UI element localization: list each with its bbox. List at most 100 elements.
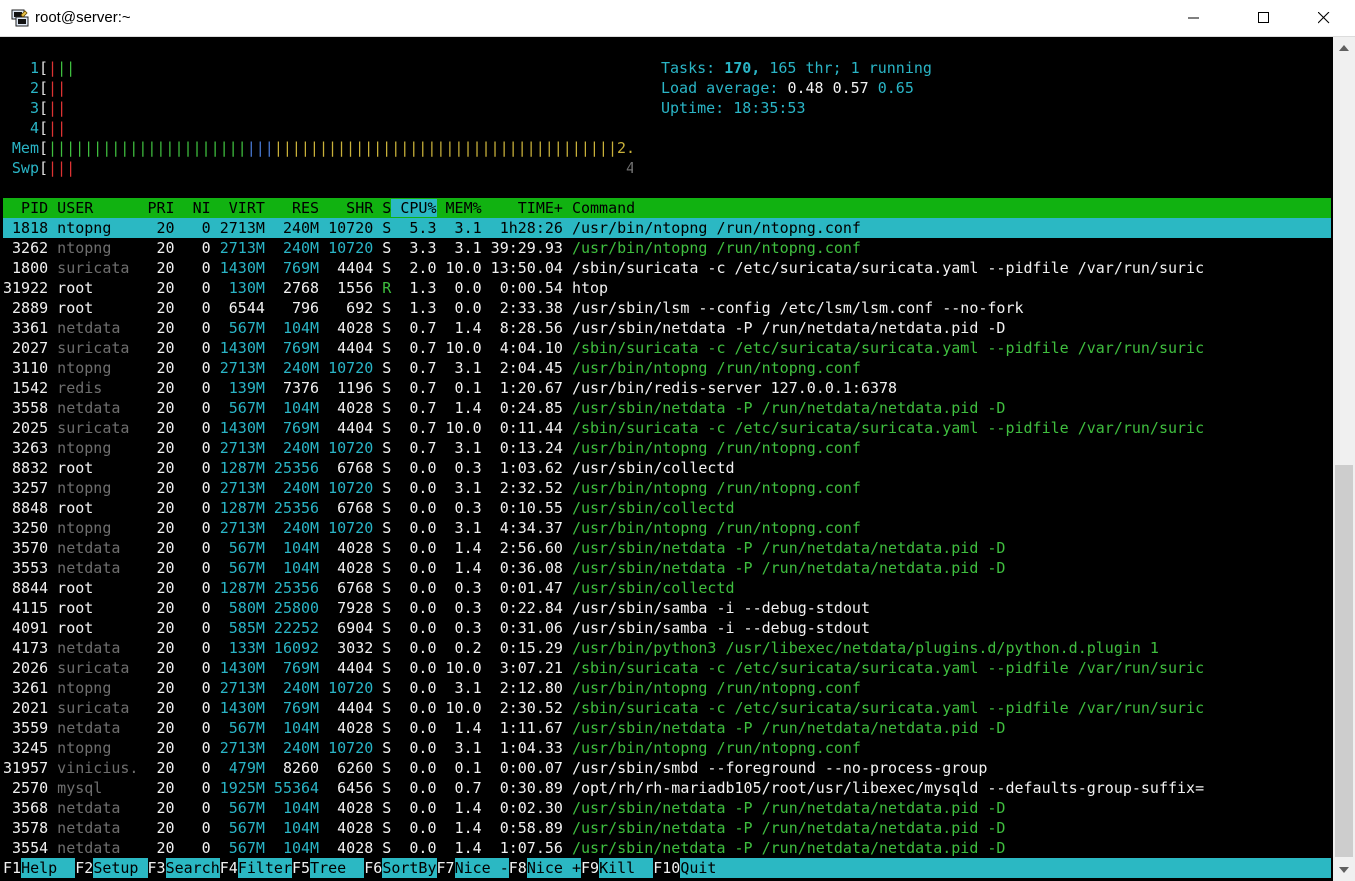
scroll-down-button[interactable] — [1333, 859, 1355, 881]
fkey-label-setup[interactable]: Setup — [93, 858, 147, 878]
fkey-f8[interactable]: F8 — [508, 858, 527, 878]
table-row[interactable]: 3554 netdata 20 0 567M 104M 4028 S 0.0 1… — [3, 838, 1331, 858]
table-row[interactable]: 3261 ntopng 20 0 2713M 240M 10720 S 0.0 … — [3, 678, 1331, 698]
cpu-3-meter-bar-0: | — [48, 99, 58, 117]
cell-mem-percent: 0.3 — [436, 499, 482, 517]
column-header-user[interactable]: USER — [48, 199, 138, 217]
fkey-label-filter[interactable]: Filter — [238, 858, 292, 878]
fkey-f7[interactable]: F7 — [436, 858, 455, 878]
fkey-f10[interactable]: F10 — [653, 858, 681, 878]
column-header-s[interactable]: S — [373, 199, 391, 217]
table-row[interactable]: 2025 suricata 20 0 1430M 769M 4404 S 0.7… — [3, 418, 1331, 438]
table-row[interactable]: 2021 suricata 20 0 1430M 769M 4404 S 0.0… — [3, 698, 1331, 718]
table-row[interactable]: 4173 netdata 20 0 133M 16092 3032 S 0.0 … — [3, 638, 1331, 658]
table-row[interactable]: 3570 netdata 20 0 567M 104M 4028 S 0.0 1… — [3, 538, 1331, 558]
cell-priority: 20 — [138, 279, 175, 297]
function-key-bar[interactable]: F1Help F2Setup F3SearchF4FilterF5Tree F6… — [3, 858, 1331, 878]
column-header-pid[interactable]: PID — [3, 199, 48, 217]
cell-user: suricata — [48, 659, 139, 677]
mem-meter-bar-0: |||||||||||||||||||||| — [48, 139, 247, 157]
table-row[interactable]: 3250 ntopng 20 0 2713M 240M 10720 S 0.0 … — [3, 518, 1331, 538]
cell-state: S — [373, 379, 392, 397]
table-row[interactable]: 3559 netdata 20 0 567M 104M 4028 S 0.0 1… — [3, 718, 1331, 738]
cell-virt: 585M — [210, 619, 265, 637]
cell-res: 104M — [264, 559, 320, 577]
window-titlebar[interactable]: root@server:~ — [0, 0, 1355, 37]
column-header-virt[interactable]: VIRT — [211, 199, 265, 217]
table-row[interactable]: 2027 suricata 20 0 1430M 769M 4404 S 0.7… — [3, 338, 1331, 358]
scrollbar-thumb[interactable] — [1335, 465, 1353, 857]
column-header-pri[interactable]: PRI — [138, 199, 174, 217]
table-row[interactable]: 8844 root 20 0 1287M 25356 6768 S 0.0 0.… — [3, 578, 1331, 598]
fkey-label-sortby[interactable]: SortBy — [382, 858, 436, 878]
cell-priority: 20 — [138, 739, 175, 757]
fkey-f1[interactable]: F1 — [3, 858, 22, 878]
table-row[interactable]: 3110 ntopng 20 0 2713M 240M 10720 S 0.7 … — [3, 358, 1331, 378]
table-row[interactable]: 2570 mysql 20 0 1925M 55364 6456 S 0.0 0… — [3, 778, 1331, 798]
table-row[interactable]: 2026 suricata 20 0 1430M 769M 4404 S 0.0… — [3, 658, 1331, 678]
cpu-1-meter-padding — [75, 59, 633, 77]
table-row[interactable]: 31922 root 20 0 130M 2768 1556 R 1.3 0.0… — [3, 278, 1331, 298]
terminal-screen[interactable]: 1[||| 3.3%]2[|| 2.0%]3[|| — [3, 58, 1331, 878]
table-row[interactable]: 31957 vinicius. 20 0 479M 8260 6260 S 0.… — [3, 758, 1331, 778]
close-button[interactable] — [1301, 0, 1347, 36]
column-header-command[interactable]: Command — [563, 199, 635, 217]
minimize-button[interactable] — [1171, 0, 1217, 36]
fkey-f2[interactable]: F2 — [75, 858, 94, 878]
table-row[interactable]: 3263 ntopng 20 0 2713M 240M 10720 S 0.7 … — [3, 438, 1331, 458]
process-table-header[interactable]: PID USER PRI NI VIRT RES SHR S CPU% MEM%… — [3, 198, 1331, 218]
cell-command: /usr/bin/ntopng /run/ntopng.conf — [562, 239, 861, 257]
fkey-label-kill[interactable]: Kill — [599, 858, 653, 878]
cell-state: S — [373, 559, 392, 577]
fkey-f6[interactable]: F6 — [364, 858, 383, 878]
table-row[interactable]: 3553 netdata 20 0 567M 104M 4028 S 0.0 1… — [3, 558, 1331, 578]
fkey-f4[interactable]: F4 — [219, 858, 238, 878]
fkey-f9[interactable]: F9 — [581, 858, 600, 878]
fkey-label-tree[interactable]: Tree — [310, 858, 364, 878]
table-row[interactable]: 3245 ntopng 20 0 2713M 240M 10720 S 0.0 … — [3, 738, 1331, 758]
table-row[interactable]: 8848 root 20 0 1287M 25356 6768 S 0.0 0.… — [3, 498, 1331, 518]
fkey-f5[interactable]: F5 — [292, 858, 311, 878]
cell-res: 240M — [264, 219, 320, 237]
cell-virt: 567M — [210, 319, 265, 337]
column-header-cpu[interactable]: CPU% — [391, 199, 437, 217]
cell-time: 0:36.08 — [481, 559, 563, 577]
table-row[interactable]: 1542 redis 20 0 139M 7376 1196 S 0.7 0.1… — [3, 378, 1331, 398]
cell-pid: 4173 — [3, 639, 49, 657]
table-row[interactable]: 3361 netdata 20 0 567M 104M 4028 S 0.7 1… — [3, 318, 1331, 338]
column-header-shr[interactable]: SHR — [319, 199, 373, 217]
fkey-label-help[interactable]: Help — [21, 858, 75, 878]
cell-state: S — [373, 419, 392, 437]
table-row[interactable]: 1800 suricata 20 0 1430M 769M 4404 S 2.0… — [3, 258, 1331, 278]
fkey-label-quit[interactable]: Quit — [680, 858, 716, 878]
scroll-up-button[interactable] — [1333, 37, 1355, 59]
column-header-mem[interactable]: MEM% — [437, 199, 482, 217]
table-row[interactable]: 3568 netdata 20 0 567M 104M 4028 S 0.0 1… — [3, 798, 1331, 818]
table-row[interactable]: 3578 netdata 20 0 567M 104M 4028 S 0.0 1… — [3, 818, 1331, 838]
table-row[interactable]: 2889 root 20 0 6544 796 692 S 1.3 0.0 2:… — [3, 298, 1331, 318]
table-row[interactable]: 3257 ntopng 20 0 2713M 240M 10720 S 0.0 … — [3, 478, 1331, 498]
cell-nice: 0 — [174, 519, 211, 537]
table-row[interactable]: 4091 root 20 0 585M 22252 6904 S 0.0 0.3… — [3, 618, 1331, 638]
terminal-scrollbar[interactable] — [1333, 37, 1355, 881]
table-row[interactable]: 4115 root 20 0 580M 25800 7928 S 0.0 0.3… — [3, 598, 1331, 618]
cell-virt: 1925M — [210, 779, 265, 797]
column-header-time[interactable]: TIME+ — [482, 199, 563, 217]
fkey-label-nice[interactable]: Nice - — [455, 858, 509, 878]
table-row[interactable]: 1818 ntopng 20 0 2713M 240M 10720 S 5.3 … — [3, 218, 1331, 238]
swp-meter: Swp[||| 400M/7.75G] — [3, 158, 633, 178]
cell-res: 22252 — [264, 619, 320, 637]
table-row[interactable]: 3262 ntopng 20 0 2713M 240M 10720 S 3.3 … — [3, 238, 1331, 258]
fkey-f3[interactable]: F3 — [147, 858, 166, 878]
process-table[interactable]: 1818 ntopng 20 0 2713M 240M 10720 S 5.3 … — [3, 218, 1331, 858]
table-row[interactable]: 8832 root 20 0 1287M 25356 6768 S 0.0 0.… — [3, 458, 1331, 478]
column-header-res[interactable]: RES — [265, 199, 319, 217]
fkey-label-nice[interactable]: Nice + — [527, 858, 581, 878]
cell-state: S — [373, 819, 392, 837]
fkey-label-search[interactable]: Search — [166, 858, 220, 878]
table-row[interactable]: 3558 netdata 20 0 567M 104M 4028 S 0.7 1… — [3, 398, 1331, 418]
maximize-button[interactable] — [1241, 0, 1287, 36]
cell-state: S — [373, 779, 392, 797]
cell-res: 104M — [264, 319, 320, 337]
column-header-ni[interactable]: NI — [175, 199, 211, 217]
